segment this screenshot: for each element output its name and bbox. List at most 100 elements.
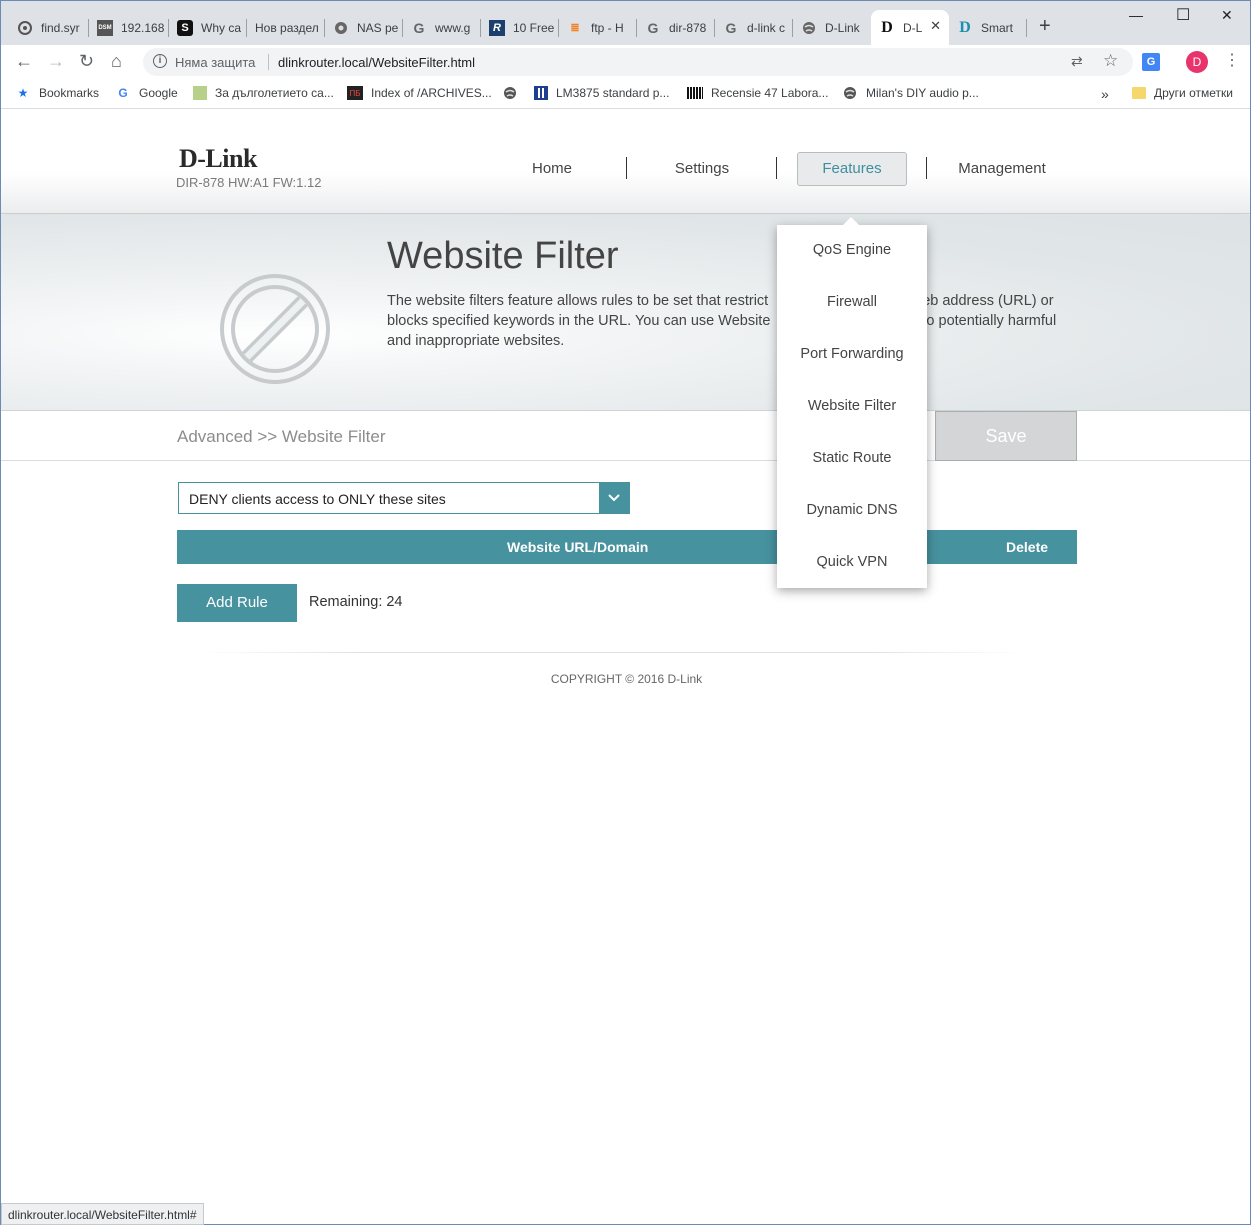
nav-home[interactable]: Home [497, 160, 607, 177]
copyright: COPYRIGHT © 2016 D-Link [550, 672, 703, 686]
tab-192[interactable]: DSM 192.168 [89, 10, 169, 45]
filter-mode-value: DENY clients access to ONLY these sites [189, 491, 446, 507]
maximize-button[interactable]: ☐ [1176, 5, 1190, 25]
add-rule-button[interactable]: Add Rule [177, 584, 297, 622]
more-bookmarks-icon[interactable]: » [1101, 86, 1109, 102]
menu-item-static-route[interactable]: Static Route [777, 450, 927, 466]
dlink-icon: D [881, 18, 893, 36]
close-window-button[interactable]: ✕ [1221, 7, 1233, 24]
remaining-count: Remaining: 24 [309, 594, 403, 610]
tab-new-section[interactable]: Нов раздел [247, 10, 325, 45]
nav-management[interactable]: Management [947, 160, 1057, 177]
bookmark-archives[interactable]: ПБ Index of /ARCHIVES... [347, 86, 492, 100]
bookmarks-bar: ★ Bookmarks G Google За дълголетието са...… [1, 79, 1250, 109]
info-icon[interactable]: i [153, 54, 167, 68]
rules-table-header: Website URL/Domain Delete [177, 530, 1077, 564]
stack-overflow-icon: ≣ [570, 22, 580, 34]
page-description: The website filters feature allows rules… [387, 293, 1057, 349]
breadcrumb: Advanced >> Website Filter [177, 427, 386, 446]
google-icon: G [413, 19, 425, 36]
browser-window: find.syr DSM 192.168 S Why ca Нов раздел… [0, 0, 1251, 1225]
bookmark-bookmarks[interactable]: ★ Bookmarks [15, 86, 99, 100]
features-dropdown: QoS Engine Firewall Port Forwarding Webs… [777, 217, 927, 588]
hero-banner: Website Filter The website filters featu… [1, 215, 1250, 411]
folder-icon [1132, 87, 1146, 99]
back-arrow-icon[interactable]: ← [15, 51, 33, 72]
home-icon[interactable]: ⌂ [111, 51, 122, 72]
menu-item-firewall[interactable]: Firewall [777, 294, 927, 310]
tab-10-free[interactable]: R 10 Free [481, 10, 559, 45]
status-bar-url: dlinkrouter.local/WebsiteFilter.html# [1, 1203, 204, 1225]
url-text[interactable]: dlinkrouter.local/WebsiteFilter.html [278, 55, 475, 70]
menu-kebab-icon[interactable]: ⋮ [1224, 50, 1240, 70]
tab-d-link[interactable]: D-Link [793, 10, 869, 45]
menu-item-dynamic-dns[interactable]: Dynamic DNS [777, 502, 927, 518]
tab-find-syr[interactable]: find.syr [9, 10, 89, 45]
filter-mode-select[interactable]: DENY clients access to ONLY these sites [178, 482, 630, 514]
tab-nas[interactable]: NAS pe [325, 10, 403, 45]
column-url: Website URL/Domain [507, 539, 649, 555]
bookmark-star-icon[interactable]: ☆ [1103, 51, 1118, 71]
forward-arrow-icon[interactable]: → [47, 51, 65, 72]
google-icon: G [118, 86, 128, 100]
router-page: D-Link DIR-878 HW:A1 FW:1.12 Home Settin… [1, 110, 1250, 1224]
google-icon: G [647, 19, 659, 36]
network-icon [333, 20, 349, 36]
dsm-icon: DSM [97, 19, 113, 36]
nav-settings[interactable]: Settings [647, 160, 757, 177]
prohibited-icon [220, 274, 330, 384]
google-translate-icon[interactable]: G [1142, 53, 1160, 71]
nav-divider [626, 157, 627, 179]
device-model: DIR-878 HW:A1 FW:1.12 [176, 175, 322, 190]
globe-icon [801, 20, 817, 36]
menu-item-website-filter[interactable]: Website Filter [777, 398, 927, 414]
r-letter-icon: R [489, 19, 505, 36]
google-icon: G [725, 19, 737, 36]
reload-icon[interactable]: ↻ [79, 51, 94, 72]
minimize-button[interactable]: — [1129, 7, 1143, 23]
bookmark-milan[interactable]: Milan's DIY audio p... [842, 86, 979, 100]
nav-divider [776, 157, 777, 179]
security-label[interactable]: Няма защита [175, 55, 255, 70]
barcode-icon [687, 87, 703, 99]
other-bookmarks[interactable]: Други отметки [1132, 86, 1233, 100]
dlink-logo[interactable]: D-Link [179, 144, 257, 174]
globe-icon [842, 86, 858, 100]
chevron-down-icon[interactable] [599, 483, 629, 513]
gear-circle-icon [17, 20, 33, 36]
menu-item-qos-engine[interactable]: QoS Engine [777, 242, 927, 258]
tab-dir-878[interactable]: G dir-878 [637, 10, 715, 45]
omnibox[interactable]: i Няма защита dlinkrouter.local/WebsiteF… [143, 48, 1133, 76]
nav-divider [926, 157, 927, 179]
tab-www-g[interactable]: G www.g [403, 10, 481, 45]
tab-why-ca[interactable]: S Why ca [169, 10, 247, 45]
new-tab-button[interactable]: + [1039, 15, 1051, 38]
tab-d-l-active[interactable]: D D-L ✕ [871, 10, 949, 45]
tab-strip: find.syr DSM 192.168 S Why ca Нов раздел… [1, 1, 1250, 45]
column-delete: Delete [1006, 539, 1049, 555]
bookmark-recensie[interactable]: Recensie 47 Labora... [687, 86, 828, 100]
breadcrumb-row: Advanced >> Website Filter Save [1, 411, 1250, 461]
menu-item-quick-vpn[interactable]: Quick VPN [777, 554, 927, 570]
grid-icon [534, 86, 548, 100]
tab-ftp[interactable]: ≣ ftp - H [559, 10, 637, 45]
globe-icon [502, 86, 518, 100]
menu-item-port-forwarding[interactable]: Port Forwarding [777, 346, 927, 362]
avatar[interactable]: D [1186, 51, 1208, 73]
nav-features[interactable]: Features [797, 152, 907, 186]
router-header: D-Link DIR-878 HW:A1 FW:1.12 Home Settin… [1, 110, 1250, 214]
dlink-blue-icon: D [959, 18, 971, 36]
translate-icon[interactable]: ⇄ [1071, 53, 1083, 70]
tab-d-link-c[interactable]: G d-link c [715, 10, 793, 45]
bookmark-google[interactable]: G Google [115, 86, 177, 100]
footer-divider [201, 652, 1027, 653]
bookmark-lm3875[interactable]: LM3875 standard p... [534, 86, 669, 100]
bookmark-globe[interactable] [502, 86, 526, 100]
close-tab-icon[interactable]: ✕ [930, 18, 941, 34]
tab-smart[interactable]: D Smart [949, 10, 1027, 45]
bookmark-dalgoletie[interactable]: За дълголетието са... [193, 86, 334, 100]
s-letter-icon: S [177, 19, 193, 36]
save-button[interactable]: Save [935, 411, 1077, 461]
page-title: Website Filter [387, 235, 619, 277]
image-icon [193, 86, 207, 100]
